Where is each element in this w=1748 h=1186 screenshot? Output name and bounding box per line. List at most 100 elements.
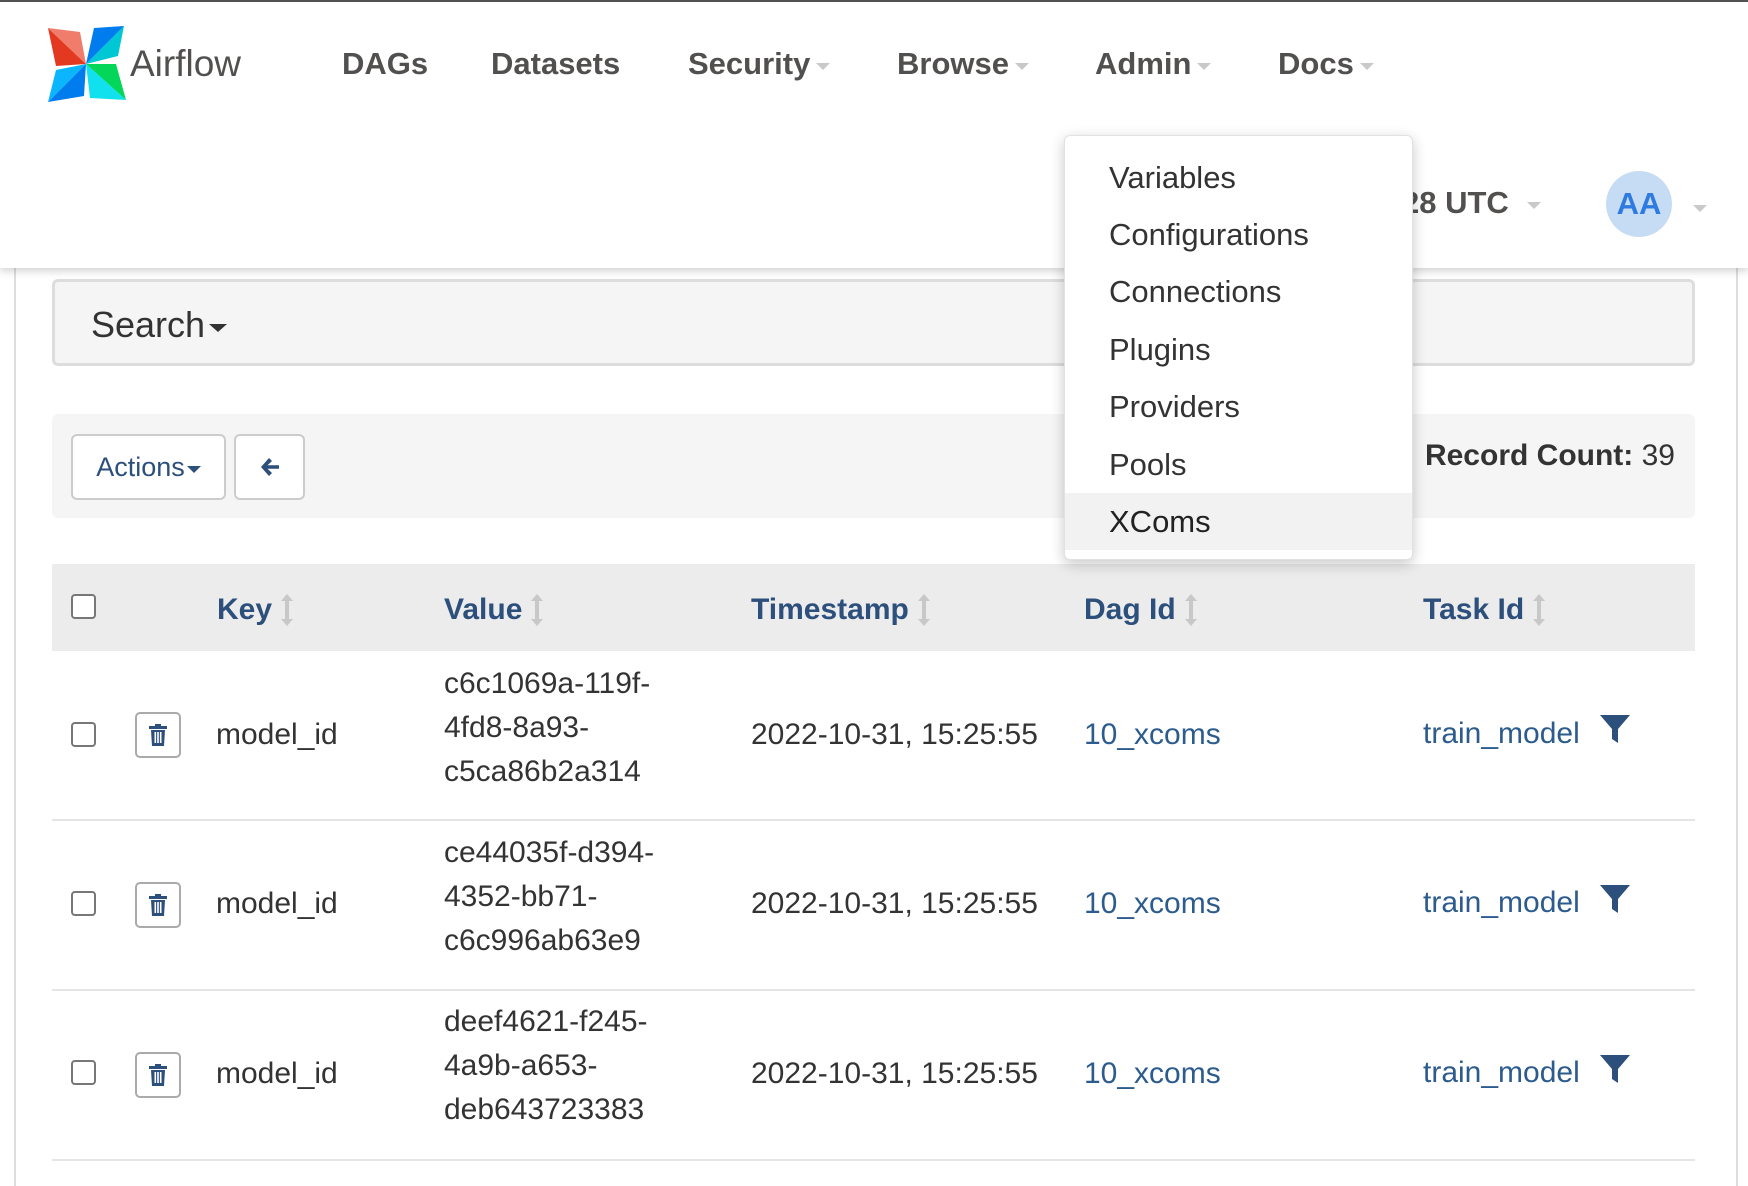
value-cell: ce44035f-d394- 4352-bb71- c6c996ab63e9 [444, 831, 654, 963]
actions-button[interactable]: Actions [71, 434, 226, 500]
chevron-down-icon [1014, 62, 1029, 70]
delete-button[interactable] [135, 882, 181, 928]
search-toggle[interactable]: Search [91, 304, 228, 346]
filter-icon[interactable] [1599, 713, 1631, 745]
value-cell: deef4621-f245- 4a9b-a653- deb643723383 [444, 1000, 648, 1132]
nav-admin-label: Admin [1095, 46, 1192, 81]
menu-item-configurations[interactable]: Configurations [1065, 206, 1412, 263]
dag-id-link[interactable]: 10_xcoms [1084, 718, 1221, 752]
action-bar: Actions Record Count: 39 [52, 414, 1695, 518]
task-id-link[interactable]: train_model [1423, 1056, 1580, 1090]
row-checkbox[interactable] [71, 891, 96, 916]
select-all-checkbox[interactable] [71, 594, 96, 619]
trash-icon [149, 1064, 167, 1086]
nav-docs[interactable]: Docs [1278, 46, 1374, 82]
record-count-value: 39 [1641, 439, 1675, 472]
caret-down-icon [186, 465, 201, 473]
filter-icon[interactable] [1599, 883, 1631, 915]
airflow-logo-icon [48, 26, 126, 102]
nav-security[interactable]: Security [688, 46, 831, 82]
value-line: c5ca86b2a314 [444, 755, 641, 788]
menu-item-plugins[interactable]: Plugins [1065, 321, 1412, 378]
nav-security-label: Security [688, 46, 811, 81]
value-line: 4352-bb71- [444, 880, 598, 913]
value-line: 4a9b-a653- [444, 1049, 598, 1082]
user-menu-chevron-icon[interactable] [1693, 205, 1707, 212]
key-cell: model_id [216, 718, 338, 751]
nav-datasets-label: Datasets [491, 46, 621, 81]
arrow-left-icon [260, 458, 279, 476]
time-display[interactable]: 28 UTC [1402, 185, 1541, 221]
value-cell: c6c1069a-119f- 4fd8-8a93- c5ca86b2a314 [444, 662, 650, 794]
table-header: Key Value Timestamp Dag Id Task Id [52, 564, 1695, 651]
column-header-key[interactable]: Key [217, 593, 294, 627]
row-checkbox[interactable] [71, 1060, 96, 1085]
nav-browse-label: Browse [897, 46, 1009, 81]
column-header-dag-id[interactable]: Dag Id [1084, 593, 1198, 627]
value-line: c6c1069a-119f- [444, 667, 651, 700]
value-line: deef4621-f245- [444, 1005, 648, 1038]
timestamp-cell: 2022-10-31, 15:25:55 [751, 1057, 1038, 1090]
column-label: Dag Id [1084, 593, 1176, 626]
nav-datasets[interactable]: Datasets [491, 46, 620, 82]
chevron-down-icon [816, 62, 831, 70]
menu-item-xcoms[interactable]: XComs [1065, 493, 1412, 550]
nav-dags[interactable]: DAGs [342, 46, 428, 82]
value-line: 4fd8-8a93- [444, 711, 590, 744]
column-header-timestamp[interactable]: Timestamp [751, 593, 931, 627]
filter-icon[interactable] [1599, 1053, 1631, 1085]
actions-label: Actions [96, 451, 185, 482]
table-row: model_id c6c1069a-119f- 4fd8-8a93- c5ca8… [52, 651, 1695, 821]
value-line: deb643723383 [444, 1093, 645, 1126]
column-label: Task Id [1423, 593, 1525, 626]
record-count: Record Count: 39 [1425, 439, 1675, 473]
column-label: Key [217, 593, 273, 626]
nav-dags-label: DAGs [342, 46, 429, 81]
brand-name: Airflow [130, 43, 242, 84]
search-label: Search [91, 304, 206, 345]
brand-link[interactable]: Airflow [46, 24, 241, 104]
user-avatar[interactable]: AA [1606, 171, 1672, 237]
key-cell: model_id [216, 887, 338, 920]
record-count-label: Record Count: [1424, 439, 1634, 472]
task-id-link[interactable]: train_model [1423, 717, 1580, 751]
delete-button[interactable] [135, 712, 181, 758]
nav-docs-label: Docs [1278, 46, 1354, 81]
dag-id-link[interactable]: 10_xcoms [1084, 887, 1221, 921]
table-row: model_id ce44035f-d394- 4352-bb71- c6c99… [52, 821, 1695, 991]
value-line: ce44035f-d394- [444, 836, 655, 869]
nav-admin[interactable]: Admin [1095, 46, 1212, 82]
trash-icon [149, 724, 167, 746]
time-text: 28 UTC [1402, 185, 1509, 220]
avatar-initials: AA [1616, 186, 1662, 221]
search-panel: Search [52, 279, 1695, 366]
sort-icon [917, 594, 930, 626]
key-cell: model_id [216, 1057, 338, 1090]
row-checkbox[interactable] [71, 722, 96, 747]
navbar: Airflow DAGs Datasets Security Browse Ad… [0, 2, 1748, 268]
value-line: c6c996ab63e9 [444, 924, 641, 957]
menu-item-providers[interactable]: Providers [1065, 378, 1412, 435]
column-label: Value [444, 593, 523, 626]
column-header-task-id[interactable]: Task Id [1423, 593, 1546, 627]
task-id-link[interactable]: train_model [1423, 886, 1580, 920]
dag-id-link[interactable]: 10_xcoms [1084, 1057, 1221, 1091]
chevron-down-icon [1197, 62, 1212, 70]
column-header-value[interactable]: Value [444, 593, 544, 627]
sort-icon [1184, 594, 1197, 626]
nav-browse[interactable]: Browse [897, 46, 1029, 82]
menu-item-variables[interactable]: Variables [1065, 149, 1412, 206]
delete-button[interactable] [135, 1052, 181, 1098]
menu-item-connections[interactable]: Connections [1065, 263, 1412, 320]
sort-icon [1533, 594, 1546, 626]
caret-down-icon [209, 324, 228, 332]
chevron-down-icon [1359, 62, 1374, 70]
trash-icon [149, 894, 167, 916]
timestamp-cell: 2022-10-31, 15:25:55 [751, 887, 1038, 920]
admin-dropdown-menu: Variables Configurations Connections Plu… [1064, 135, 1413, 560]
sort-icon [531, 594, 544, 626]
sort-icon [281, 594, 294, 626]
menu-item-pools[interactable]: Pools [1065, 436, 1412, 493]
column-label: Timestamp [751, 593, 909, 626]
back-button[interactable] [234, 434, 305, 500]
